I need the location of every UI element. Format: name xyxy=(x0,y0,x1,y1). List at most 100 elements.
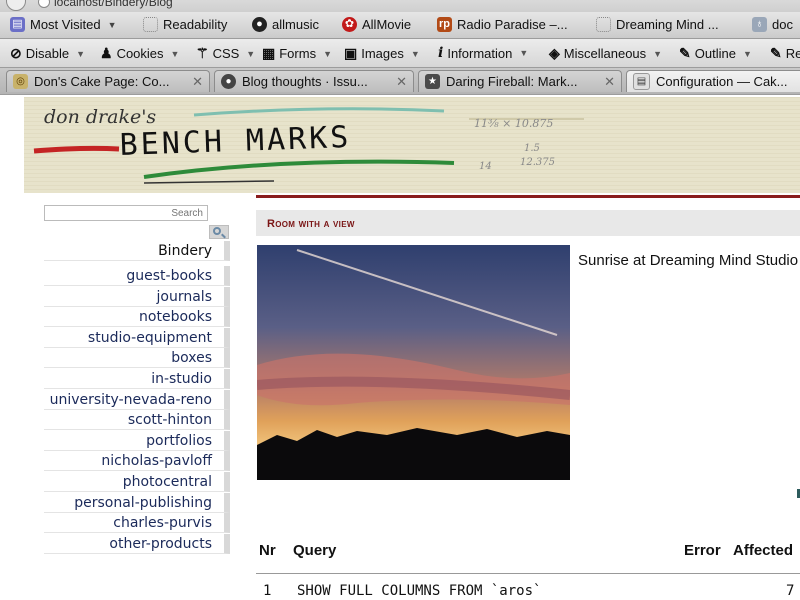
tab-configuration[interactable]: ▤ Configuration — Cak... xyxy=(626,70,800,92)
no-icon: ⊘ xyxy=(10,45,22,61)
sidebar-item-boxes[interactable]: boxes xyxy=(44,348,230,368)
user-icon: ♟ xyxy=(100,45,113,61)
sidebar-item-scott-hinton[interactable]: scott-hinton xyxy=(44,410,230,430)
tab-daring-fireball[interactable]: ★ Daring Fireball: Mark... ✕ xyxy=(418,70,622,92)
dev-menu-label: Outline xyxy=(694,46,736,61)
search-icon xyxy=(213,227,221,235)
sidebar-item-portfolios[interactable]: portfolios xyxy=(44,431,230,451)
sidebar-item-journals[interactable]: journals xyxy=(44,287,230,307)
bookmark-label: allmusic xyxy=(272,17,319,32)
bookmark-label: Most Visited xyxy=(30,17,101,32)
chevron-down-icon: ▼ xyxy=(653,48,663,59)
sidebar-item-studio-equipment[interactable]: studio-equipment xyxy=(44,328,230,348)
bookmark-readability[interactable]: Readability xyxy=(143,17,227,32)
dev-menu-cookies[interactable]: ♟ Cookies ▼ xyxy=(100,45,179,62)
post-title[interactable]: Room with a view xyxy=(267,218,355,230)
bookmark-most-visited[interactable]: ▤ Most Visited ▼ xyxy=(10,17,117,32)
banner-title: BENCH MARKS xyxy=(119,120,352,163)
dev-menu-images[interactable]: ▣ Images ▼ xyxy=(344,45,420,62)
banner-note: 1.5 xyxy=(524,143,540,154)
back-button-icon[interactable] xyxy=(6,0,26,11)
site-banner[interactable]: don drake's BENCH MARKS 11⅜ × 10.875 1.5… xyxy=(24,97,800,193)
site-identity-icon[interactable] xyxy=(38,0,50,8)
dev-menu-label: Re xyxy=(785,46,800,61)
dev-menu-forms[interactable]: ▦ Forms ▼ xyxy=(262,45,332,62)
pencil-icon: ✎ xyxy=(770,45,782,61)
pencil-icon: ✎ xyxy=(679,45,691,61)
green-stroke xyxy=(143,159,455,179)
dev-menu-label: Miscellaneous xyxy=(563,46,647,61)
chevron-down-icon: ▼ xyxy=(323,48,332,59)
record-icon: ● xyxy=(252,17,267,32)
film-reel-icon: ✿ xyxy=(342,17,357,32)
chevron-down-icon: ▼ xyxy=(742,48,752,59)
bookmark-label: AllMovie xyxy=(362,17,412,32)
close-icon[interactable]: ✕ xyxy=(396,74,407,90)
column-header-affected: Affected xyxy=(733,542,794,559)
bookmark-dreaming-mind[interactable]: Dreaming Mind ... xyxy=(596,17,719,32)
wand-icon: ⚚ xyxy=(196,45,209,61)
column-header-nr: Nr xyxy=(259,542,276,559)
bookmark-doc[interactable]: ♁ doc xyxy=(752,17,793,32)
chevron-down-icon: ▼ xyxy=(410,48,420,59)
row-nr: 1 xyxy=(263,583,272,599)
chevron-down-icon: ▼ xyxy=(107,19,117,30)
radio-paradise-icon: rp xyxy=(437,17,452,32)
cake-icon: ◎ xyxy=(13,74,28,89)
tab-strip: ◎ Don's Cake Page: Co... ✕ ● Blog though… xyxy=(0,68,800,95)
dev-menu-disable[interactable]: ⊘ Disable ▼ xyxy=(10,45,85,62)
folder-icon: ▤ xyxy=(10,17,25,32)
search-input[interactable] xyxy=(44,205,208,221)
tab-dons-cake-page[interactable]: ◎ Don's Cake Page: Co... ✕ xyxy=(6,70,210,92)
photo-caption: Sunrise at Dreaming Mind Studio xyxy=(578,252,799,269)
blank-page-icon xyxy=(143,17,158,32)
dev-menu-outline[interactable]: ✎ Outline ▼ xyxy=(679,45,752,62)
blank-page-icon xyxy=(596,17,611,32)
chevron-down-icon: ▼ xyxy=(519,48,529,58)
dev-menu-label: Forms xyxy=(279,46,317,61)
sidebar-item-guest-books[interactable]: guest-books xyxy=(44,266,230,286)
sidebar-item-other-products[interactable]: other-products xyxy=(44,534,230,554)
dev-menu-label: Disable xyxy=(25,46,70,61)
sidebar-item-photocentral[interactable]: photocentral xyxy=(44,472,230,492)
tab-blog-thoughts[interactable]: ● Blog thoughts · Issu... ✕ xyxy=(214,70,414,92)
image-icon: ▣ xyxy=(344,45,358,61)
table-divider xyxy=(256,573,800,574)
teal-stroke xyxy=(193,107,445,117)
dev-menu-resize[interactable]: ✎ Re xyxy=(770,45,800,62)
sunrise-image xyxy=(257,245,570,480)
dev-menu-label: Cookies xyxy=(116,46,164,61)
dev-menu-miscellaneous[interactable]: ◈ Miscellaneous ▼ xyxy=(549,45,662,62)
tab-label: Configuration — Cak... xyxy=(656,74,788,89)
sidebar-item-notebooks[interactable]: notebooks xyxy=(44,307,230,327)
sidebar-item-university-nevada-reno[interactable]: university-nevada-reno xyxy=(44,390,230,410)
dev-menu-information[interactable]: i Information ▼ xyxy=(438,45,528,61)
chevron-down-icon: ▼ xyxy=(170,48,180,59)
sidebar-item-charles-purvis[interactable]: charles-purvis xyxy=(44,513,230,533)
row-query: SHOW FULL COLUMNS FROM `aros` xyxy=(297,583,542,599)
bookmark-label: Dreaming Mind ... xyxy=(616,17,719,32)
url-text[interactable]: localhost/Bindery/Blog xyxy=(54,0,173,8)
tab-label: Daring Fireball: Mark... xyxy=(446,74,578,89)
bookmark-allmusic[interactable]: ● allmusic xyxy=(252,17,319,32)
bookmarks-toolbar: ▤ Most Visited ▼ Readability ● allmusic … xyxy=(0,12,800,39)
sidebar-item-in-studio[interactable]: in-studio xyxy=(44,369,230,389)
bookmark-radio-paradise[interactable]: rp Radio Paradise –... xyxy=(437,17,568,32)
cube-icon: ◈ xyxy=(549,45,560,61)
sidebar-item-personal-publishing[interactable]: personal-publishing xyxy=(44,493,230,513)
tab-label: Don's Cake Page: Co... xyxy=(34,74,170,89)
dev-menu-css[interactable]: ⚚ CSS ▼ xyxy=(196,45,255,62)
search-button[interactable] xyxy=(209,225,229,239)
bookmark-label: Radio Paradise –... xyxy=(457,17,568,32)
sidebar-heading-bindery[interactable]: Bindery xyxy=(44,241,230,261)
url-bar[interactable]: localhost/Bindery/Blog xyxy=(0,0,800,12)
sunrise-photo[interactable] xyxy=(257,245,570,480)
bookmark-allmovie[interactable]: ✿ AllMovie xyxy=(342,17,411,32)
close-icon[interactable]: ✕ xyxy=(604,74,615,90)
close-icon[interactable]: ✕ xyxy=(192,74,203,90)
banner-note: 12.375 xyxy=(520,157,555,168)
dev-menu-label: CSS xyxy=(212,46,240,61)
accent-divider xyxy=(256,195,800,198)
sidebar-item-nicholas-pavloff[interactable]: nicholas-pavloff xyxy=(44,451,230,471)
scribble-stroke xyxy=(143,180,275,184)
